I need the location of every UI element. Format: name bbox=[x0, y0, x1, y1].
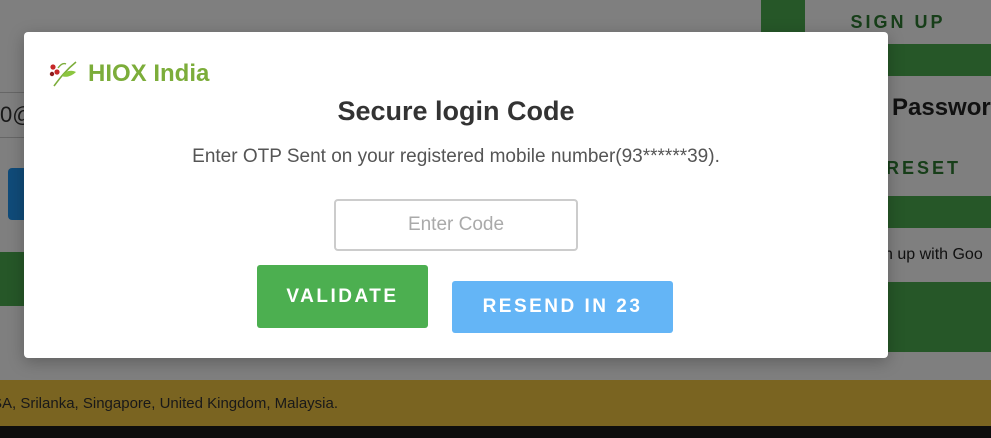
brand: HIOX India bbox=[48, 58, 209, 90]
leaf-berry-logo-icon bbox=[49, 61, 77, 87]
otp-code-input[interactable] bbox=[334, 199, 578, 251]
modal-title: Secure login Code bbox=[337, 96, 575, 126]
validate-button[interactable]: VALIDATE bbox=[257, 265, 428, 328]
brand-name: HIOX India bbox=[88, 60, 210, 87]
resend-button[interactable]: RESEND IN 23 bbox=[452, 281, 673, 333]
otp-modal: HIOX India Secure login Code Enter OTP S… bbox=[24, 32, 888, 358]
otp-description: Enter OTP Sent on your registered mobile… bbox=[192, 146, 720, 167]
